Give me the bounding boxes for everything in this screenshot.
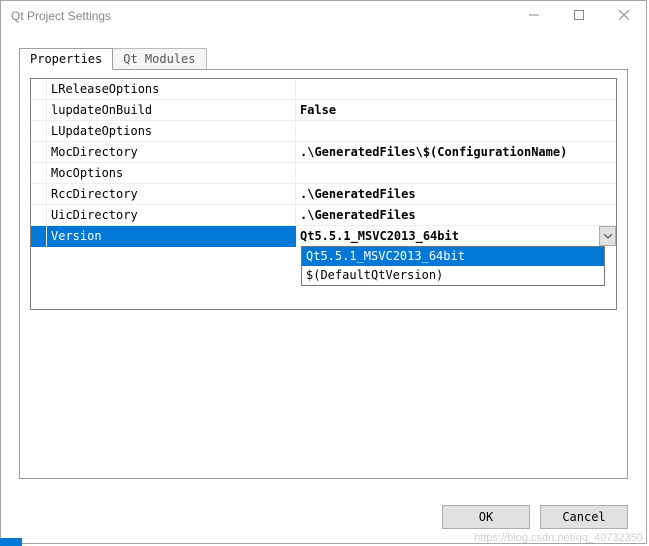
property-value[interactable]: False (296, 100, 616, 120)
maximize-button[interactable] (556, 1, 601, 29)
property-value[interactable] (296, 79, 616, 99)
property-row[interactable]: RccDirectory .\GeneratedFiles (31, 184, 616, 205)
row-indent (31, 121, 47, 141)
property-value-text: Qt5.5.1_MSVC2013_64bit (300, 229, 459, 243)
property-name: UicDirectory (47, 205, 296, 225)
property-value[interactable] (296, 163, 616, 183)
close-button[interactable] (601, 1, 646, 29)
row-indent (31, 79, 47, 99)
dropdown-button[interactable] (599, 226, 616, 246)
property-name: LReleaseOptions (47, 79, 296, 99)
dropdown-option[interactable]: Qt5.5.1_MSVC2013_64bit (302, 247, 604, 266)
row-indent (31, 142, 47, 162)
property-row[interactable]: MocOptions (31, 163, 616, 184)
window-controls (511, 1, 646, 29)
property-row[interactable]: LReleaseOptions (31, 79, 616, 100)
property-value[interactable]: .\GeneratedFiles (296, 184, 616, 204)
chevron-down-icon (604, 234, 612, 239)
property-row[interactable]: lupdateOnBuild False (31, 100, 616, 121)
property-row[interactable]: LUpdateOptions (31, 121, 616, 142)
window-title: Qt Project Settings (11, 9, 111, 23)
dialog-buttons: OK Cancel (442, 505, 628, 529)
property-name: LUpdateOptions (47, 121, 296, 141)
row-indent (31, 184, 47, 204)
property-row[interactable]: UicDirectory .\GeneratedFiles (31, 205, 616, 226)
tab-panel-properties: LReleaseOptions lupdateOnBuild False LUp… (19, 69, 628, 479)
property-value[interactable]: Qt5.5.1_MSVC2013_64bit (296, 226, 616, 247)
client-area: Properties Qt Modules LReleaseOptions lu… (1, 33, 646, 543)
tab-strip: Properties Qt Modules (19, 45, 628, 69)
property-value[interactable] (296, 121, 616, 141)
row-indent (31, 205, 47, 225)
dialog-window: Qt Project Settings Properties Qt Module… (0, 0, 647, 544)
property-value[interactable]: .\GeneratedFiles (296, 205, 616, 225)
row-indent (31, 163, 47, 183)
tab-qt-modules[interactable]: Qt Modules (112, 48, 206, 69)
dropdown-option[interactable]: $(DefaultQtVersion) (302, 266, 604, 285)
property-name: lupdateOnBuild (47, 100, 296, 120)
property-name: Version (47, 226, 296, 247)
property-name: RccDirectory (47, 184, 296, 204)
property-row-selected[interactable]: Version Qt5.5.1_MSVC2013_64bit (31, 226, 616, 247)
watermark: https://blog.csdn.net/qq_40732350 (474, 532, 643, 544)
property-name: MocDirectory (47, 142, 296, 162)
taskbar-fragment (0, 538, 22, 546)
property-value[interactable]: .\GeneratedFiles\$(ConfigurationName) (296, 142, 616, 162)
row-indent (31, 226, 47, 247)
ok-button[interactable]: OK (442, 505, 530, 529)
property-name: MocOptions (47, 163, 296, 183)
property-row[interactable]: MocDirectory .\GeneratedFiles\$(Configur… (31, 142, 616, 163)
tab-properties[interactable]: Properties (19, 48, 113, 70)
row-indent (31, 100, 47, 120)
cancel-button[interactable]: Cancel (540, 505, 628, 529)
version-dropdown[interactable]: Qt5.5.1_MSVC2013_64bit $(DefaultQtVersio… (301, 246, 605, 286)
minimize-button[interactable] (511, 1, 556, 29)
